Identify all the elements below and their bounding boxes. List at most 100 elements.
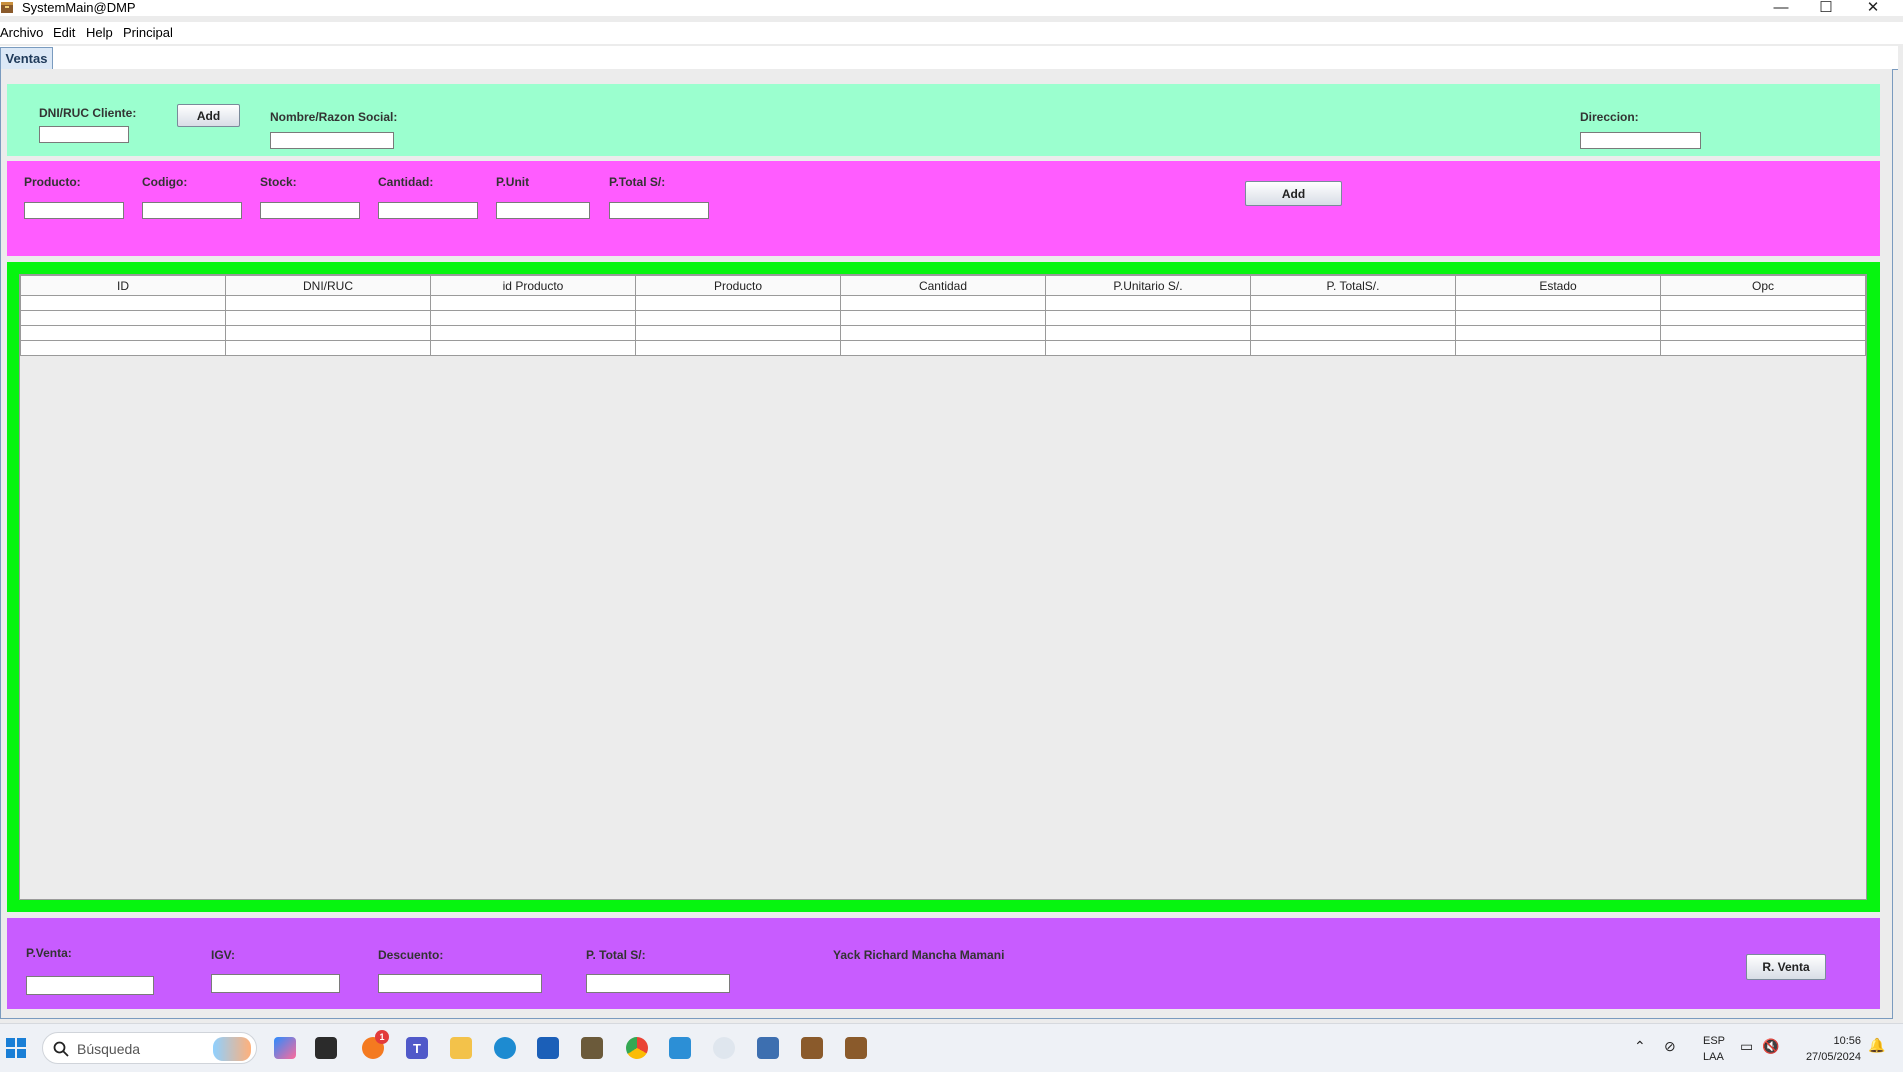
dni-ruc-input[interactable] — [39, 126, 129, 143]
table-cell[interactable] — [1045, 340, 1251, 356]
display-icon[interactable]: ▭ — [1740, 1038, 1753, 1055]
table-cell[interactable] — [225, 310, 431, 326]
table-cell[interactable] — [225, 325, 431, 341]
name-input[interactable] — [270, 132, 394, 149]
table-cell[interactable] — [20, 295, 226, 311]
clock-time[interactable]: 10:56 — [1797, 1035, 1861, 1047]
firefox-icon[interactable]: 1 — [362, 1030, 389, 1059]
table-cell[interactable] — [840, 295, 1046, 311]
language-bottom[interactable]: LAA — [1703, 1051, 1724, 1063]
network-icon[interactable]: ⊘ — [1664, 1038, 1676, 1055]
archive-icon[interactable] — [581, 1037, 603, 1059]
address-input[interactable] — [1580, 132, 1701, 149]
table-cell[interactable] — [1455, 295, 1661, 311]
column-header-opc[interactable]: Opc — [1660, 275, 1866, 296]
table-cell[interactable] — [1660, 340, 1866, 356]
table-cell[interactable] — [840, 310, 1046, 326]
table-cell[interactable] — [20, 325, 226, 341]
add-product-button[interactable]: Add — [1245, 181, 1342, 206]
netbeans-icon[interactable] — [757, 1037, 779, 1059]
column-header-id-producto[interactable]: id Producto — [430, 275, 636, 296]
taskbar-search[interactable]: Búsqueda — [42, 1032, 257, 1064]
table-row[interactable] — [20, 340, 1866, 356]
chrome-icon[interactable] — [626, 1037, 648, 1059]
notification-bell-icon[interactable]: 🔔 — [1868, 1037, 1885, 1054]
stock-input[interactable] — [260, 202, 360, 219]
line-total-input[interactable] — [609, 202, 709, 219]
language-top[interactable]: ESP — [1703, 1035, 1725, 1047]
table-cell[interactable] — [1660, 310, 1866, 326]
table-cell[interactable] — [635, 310, 841, 326]
menu-archivo[interactable]: Archivo — [0, 25, 43, 41]
edge-icon[interactable] — [494, 1037, 516, 1059]
table-cell[interactable] — [1250, 325, 1456, 341]
table-cell[interactable] — [1455, 340, 1661, 356]
table-cell[interactable] — [225, 340, 431, 356]
vscode-icon[interactable] — [669, 1037, 691, 1059]
file-explorer-icon[interactable] — [450, 1037, 472, 1059]
table-cell[interactable] — [1045, 310, 1251, 326]
grand-total-input[interactable] — [586, 974, 730, 993]
table-cell[interactable] — [1250, 340, 1456, 356]
menu-help[interactable]: Help — [86, 25, 113, 41]
table-cell[interactable] — [1455, 310, 1661, 326]
table-cell[interactable] — [635, 340, 841, 356]
table-cell[interactable] — [1250, 295, 1456, 311]
table-row[interactable] — [20, 325, 1866, 341]
code-input[interactable] — [142, 202, 242, 219]
column-header-id[interactable]: ID — [20, 275, 226, 296]
column-header-estado[interactable]: Estado — [1455, 275, 1661, 296]
igv-input[interactable] — [211, 974, 340, 993]
sales-table[interactable]: ID DNI/RUC id Producto Producto Cantidad… — [20, 275, 1866, 356]
column-header-cantidad[interactable]: Cantidad — [840, 275, 1046, 296]
add-client-button[interactable]: Add — [177, 104, 240, 127]
table-cell[interactable] — [840, 325, 1046, 341]
table-cell[interactable] — [635, 295, 841, 311]
table-cell[interactable] — [1660, 325, 1866, 341]
table-cell[interactable] — [430, 340, 636, 356]
sale-price-input[interactable] — [26, 976, 154, 995]
volume-muted-icon[interactable]: 🔇 — [1762, 1038, 1779, 1055]
menu-principal[interactable]: Principal — [123, 25, 173, 41]
java-app-icon[interactable] — [801, 1037, 823, 1059]
table-cell[interactable] — [1660, 295, 1866, 311]
copilot-icon[interactable] — [274, 1037, 296, 1059]
table-cell[interactable] — [1455, 325, 1661, 341]
unit-price-input[interactable] — [496, 202, 590, 219]
column-header-p-unitario[interactable]: P.Unitario S/. — [1045, 275, 1251, 296]
minimize-button[interactable]: — — [1759, 0, 1803, 18]
table-cell[interactable] — [430, 295, 636, 311]
discount-input[interactable] — [378, 974, 542, 993]
start-button[interactable] — [5, 1037, 27, 1059]
table-cell[interactable] — [1250, 310, 1456, 326]
quantity-input[interactable] — [378, 202, 478, 219]
table-cell[interactable] — [1045, 325, 1251, 341]
chevron-up-icon[interactable]: ⌃ — [1634, 1038, 1646, 1055]
table-row[interactable] — [20, 310, 1866, 326]
table-cell[interactable] — [635, 325, 841, 341]
table-row[interactable] — [20, 295, 1866, 311]
clock-date[interactable]: 27/05/2024 — [1797, 1051, 1861, 1063]
column-header-p-total[interactable]: P. TotalS/. — [1250, 275, 1456, 296]
column-header-dni-ruc[interactable]: DNI/RUC — [225, 275, 431, 296]
task-view-icon[interactable] — [315, 1037, 337, 1059]
close-button[interactable]: ✕ — [1851, 0, 1895, 18]
table-cell[interactable] — [430, 325, 636, 341]
register-sale-button[interactable]: R. Venta — [1746, 954, 1826, 980]
sales-table-scrollpane[interactable]: ID DNI/RUC id Producto Producto Cantidad… — [19, 274, 1867, 900]
tab-ventas[interactable]: Ventas — [0, 47, 53, 69]
menu-edit[interactable]: Edit — [53, 25, 75, 41]
store-icon[interactable] — [537, 1037, 559, 1059]
table-cell[interactable] — [225, 295, 431, 311]
table-cell[interactable] — [840, 340, 1046, 356]
teams-icon[interactable]: T — [406, 1037, 428, 1059]
table-cell[interactable] — [20, 310, 226, 326]
product-input[interactable] — [24, 202, 124, 219]
table-cell[interactable] — [430, 310, 636, 326]
table-cell[interactable] — [1045, 295, 1251, 311]
github-desktop-icon[interactable] — [713, 1037, 735, 1059]
systemmain-app-icon[interactable] — [845, 1037, 867, 1059]
maximize-button[interactable]: ☐ — [1804, 0, 1848, 18]
table-cell[interactable] — [20, 340, 226, 356]
column-header-producto[interactable]: Producto — [635, 275, 841, 296]
